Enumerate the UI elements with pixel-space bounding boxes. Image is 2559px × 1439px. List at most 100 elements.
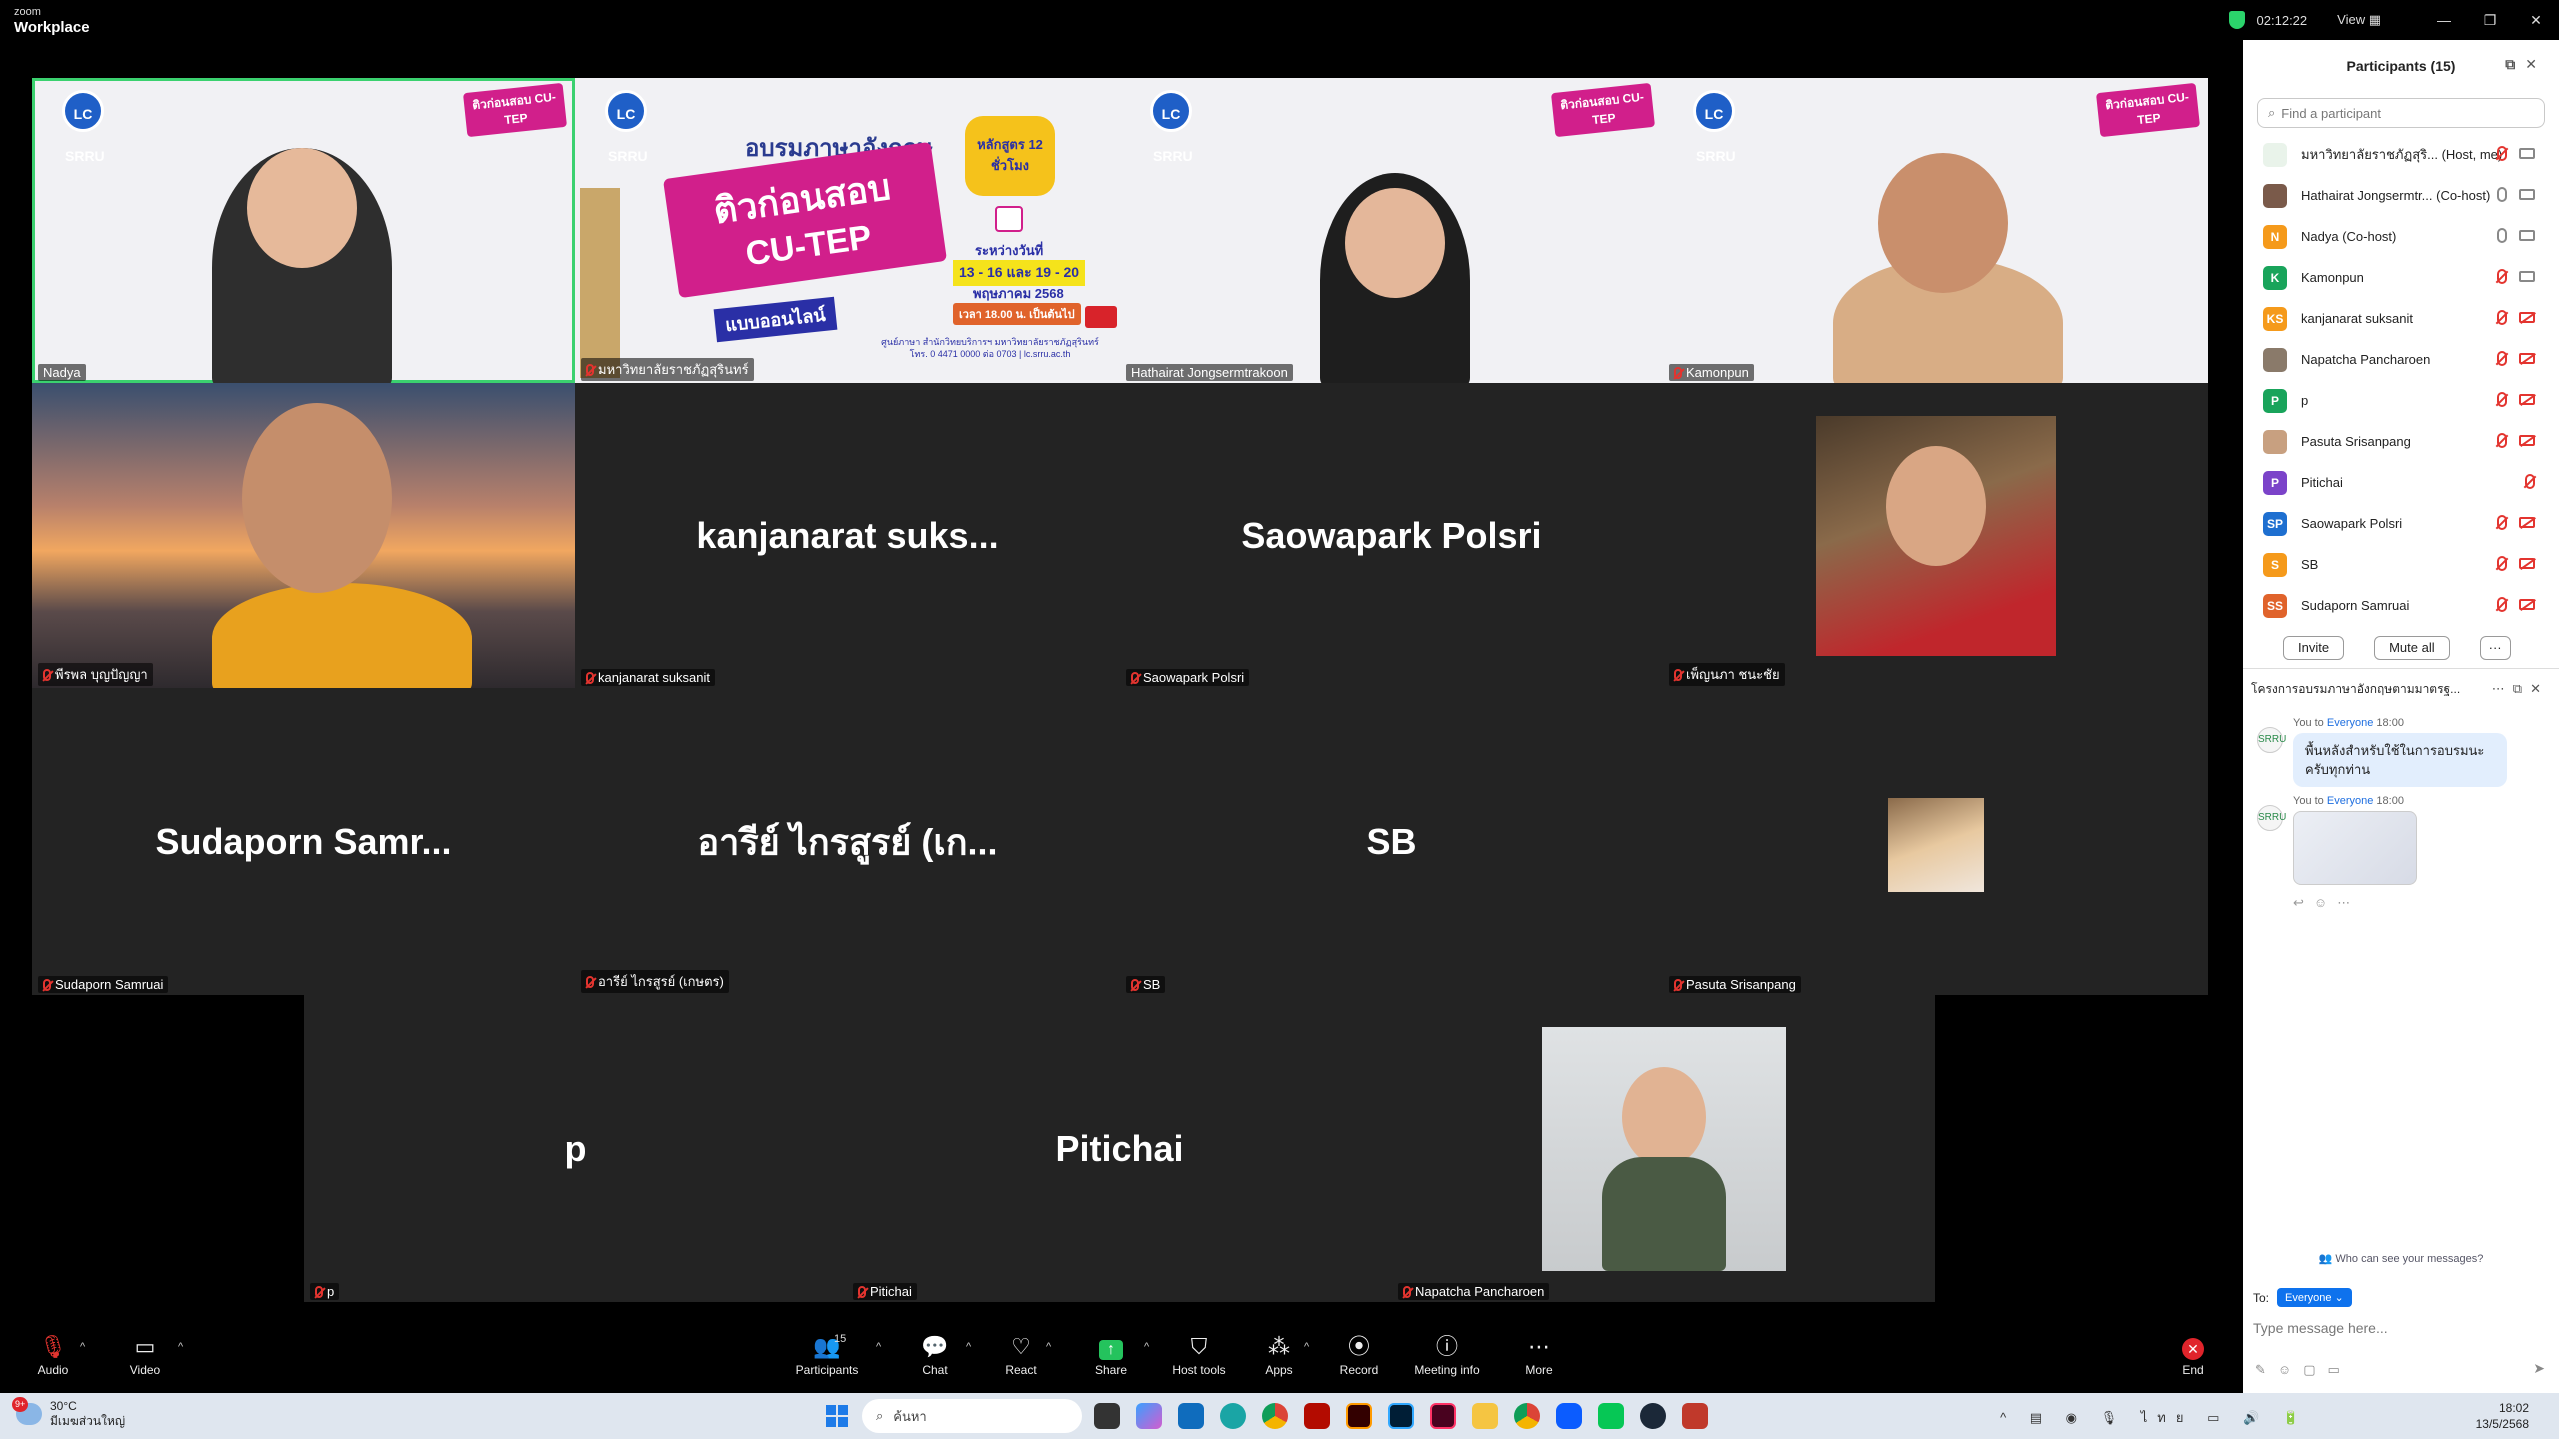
video-off-icon[interactable] [2519,353,2535,364]
edge-icon[interactable] [1220,1403,1246,1429]
video-off-icon[interactable] [2519,517,2535,528]
mic-icon[interactable] [2497,187,2507,202]
video-camera-icon[interactable] [2519,189,2535,200]
video-off-icon[interactable] [2519,394,2535,405]
chrome-icon[interactable] [1514,1403,1540,1429]
video-tile-saowapark[interactable]: Saowapark Polsri Saowapark Polsri [1120,383,1663,688]
audio-button[interactable]: 🎙 Audio [18,1333,88,1377]
minimize-icon[interactable]: — [2421,12,2467,28]
weather-widget[interactable]: 9+ 30°C มีเมฆส่วนใหญ่ [12,1397,125,1429]
end-meeting-button[interactable]: ✕ End [2158,1333,2228,1377]
start-menu-icon[interactable] [826,1405,848,1427]
muted-mic-icon[interactable] [2497,556,2507,571]
line-icon[interactable] [1598,1403,1624,1429]
video-tile-kamonpun[interactable]: LC SRRU ติวก่อนสอบ CU-TEP Kamonpun [1663,78,2208,383]
image-attachment[interactable] [2293,811,2417,885]
participant-row[interactable]: SP Saowapark Polsri [2243,503,2559,544]
video-tile-pennapa[interactable]: เพ็ญนภา ชนะชัย [1663,383,2208,688]
video-off-icon[interactable] [2519,312,2535,323]
more-options-button[interactable]: ··· [2479,636,2511,660]
video-tile-hathairat[interactable]: LC SRRU ติวก่อนสอบ CU-TEP Hathairat Jong… [1120,78,1663,383]
view-button[interactable]: View ▦ [2337,12,2381,28]
video-tile-peerapol[interactable]: พีรพล บุญปัญญา [32,383,575,688]
video-off-icon[interactable] [2519,599,2535,610]
acrobat-icon[interactable] [1304,1403,1330,1429]
participant-row[interactable]: Pasuta Srisanpang [2243,421,2559,462]
meeting-info-button[interactable]: ⓘ Meeting info [1412,1333,1482,1377]
participant-row[interactable]: Pp [2243,380,2559,421]
participant-search-input[interactable]: ⌕ Find a participant [2257,98,2545,128]
screenshot-icon[interactable]: ▭ [2327,1362,2351,1377]
message-input[interactable]: Type message here... [2253,1320,2388,1336]
video-tile-pitichai[interactable]: Pitichai Pitichai [847,995,1392,1302]
video-camera-icon[interactable] [2519,148,2535,159]
mic-icon[interactable] [2497,228,2507,243]
outlook-icon[interactable] [1178,1403,1204,1429]
file-icon[interactable]: ▢ [2303,1362,2327,1377]
task-view-icon[interactable] [1094,1403,1120,1429]
reply-icon[interactable]: ↩ [2293,895,2314,910]
invite-button[interactable]: Invite [2283,636,2345,660]
video-tile-pasuta[interactable]: Pasuta Srisanpang [1663,688,2208,995]
video-tile-napatcha[interactable]: Napatcha Pancharoen [1392,995,1935,1302]
more-button[interactable]: ⋯ More [1504,1333,1574,1377]
indesign-icon[interactable] [1430,1403,1456,1429]
pop-out-icon[interactable]: ⧉ [2513,681,2530,696]
system-tray[interactable]: ^ ▤ ◉ 🎙 ไทย ▭ 🔊 🔋 [2000,1407,2309,1428]
emoji-icon[interactable]: ☺ [2314,895,2337,910]
participant-row[interactable]: K Kamonpun [2243,257,2559,298]
muted-mic-icon[interactable] [2525,474,2535,489]
participant-row[interactable]: KS kanjanarat suksanit [2243,298,2559,339]
encryption-shield-icon[interactable] [2228,11,2245,29]
taskbar-search[interactable]: ⌕ ค้นหา [862,1399,1082,1433]
share-options-caret[interactable]: ^ [1144,1341,1149,1353]
recipient-dropdown[interactable]: Everyone ⌄ [2277,1288,2352,1307]
video-tile-aree[interactable]: อารีย์ ไกรสูรย์ (เก... อารีย์ ไกรสูรย์ (… [575,688,1120,995]
snipping-tool-icon[interactable] [1682,1403,1708,1429]
muted-mic-icon[interactable] [2497,392,2507,407]
video-button[interactable]: ▭ Video [110,1333,180,1377]
participant-row[interactable]: SS Sudaporn Samruai [2243,585,2559,626]
chat-button[interactable]: 💬 Chat [900,1333,970,1377]
participants-options-caret[interactable]: ^ [876,1341,881,1353]
muted-mic-icon[interactable] [2497,310,2507,325]
chrome-icon[interactable] [1262,1403,1288,1429]
participant-row[interactable]: มหาวิทยาลัยราชภัฏสุริ... (Host, me) [2243,134,2559,175]
chat-message[interactable]: SRRU You to Everyone 18:00 พื้นหลังสำหรั… [2257,717,2559,787]
apps-options-caret[interactable]: ^ [1304,1341,1309,1353]
video-off-icon[interactable] [2519,558,2535,569]
audio-options-caret[interactable]: ^ [80,1341,85,1353]
react-options-caret[interactable]: ^ [1046,1341,1051,1353]
video-options-caret[interactable]: ^ [178,1341,183,1353]
video-tile-kanjanarat[interactable]: kanjanarat suks... kanjanarat suksanit [575,383,1120,688]
muted-mic-icon[interactable] [2497,351,2507,366]
format-icon[interactable]: ✎ [2255,1362,2278,1377]
pop-out-icon[interactable]: ⧉ [2505,56,2525,72]
close-panel-icon[interactable]: ✕ [2525,56,2547,72]
restore-icon[interactable]: ❐ [2467,12,2513,29]
close-icon[interactable]: ✕ [2513,12,2559,29]
photoshop-icon[interactable] [1388,1403,1414,1429]
participant-row[interactable]: N Nadya (Co-host) [2243,216,2559,257]
more-icon[interactable]: ⋯ [2337,895,2360,910]
muted-mic-icon[interactable] [2497,597,2507,612]
taskbar-clock[interactable]: 18:02 13/5/2568 [2476,1400,2529,1432]
who-can-see-link[interactable]: 👥 Who can see your messages? [2243,1252,2559,1265]
participant-row[interactable]: S SB [2243,544,2559,585]
send-icon[interactable]: ➤ [2533,1360,2545,1377]
muted-mic-icon[interactable] [2497,146,2507,161]
host-tools-button[interactable]: ⛉ Host tools [1164,1333,1234,1377]
video-tile-sudaporn[interactable]: Sudaporn Samr... Sudaporn Samruai [32,688,575,995]
react-button[interactable]: ♡ React [986,1333,1056,1377]
chat-options-caret[interactable]: ^ [966,1341,971,1353]
emoji-icon[interactable]: ☺ [2278,1362,2303,1377]
participants-button[interactable]: 👥 15 Participants [792,1333,862,1377]
muted-mic-icon[interactable] [2497,433,2507,448]
apps-button[interactable]: ⁂ Apps [1244,1333,1314,1377]
video-camera-icon[interactable] [2519,271,2535,282]
copilot-icon[interactable] [1136,1403,1162,1429]
more-icon[interactable]: ⋯ [2492,681,2513,696]
video-tile-host-banner[interactable]: LC SRRU อบรมภาษาอังกฤษ ติวก่อนสอบ CU-TEP… [575,78,1120,383]
steam-icon[interactable] [1640,1403,1666,1429]
video-camera-icon[interactable] [2519,230,2535,241]
